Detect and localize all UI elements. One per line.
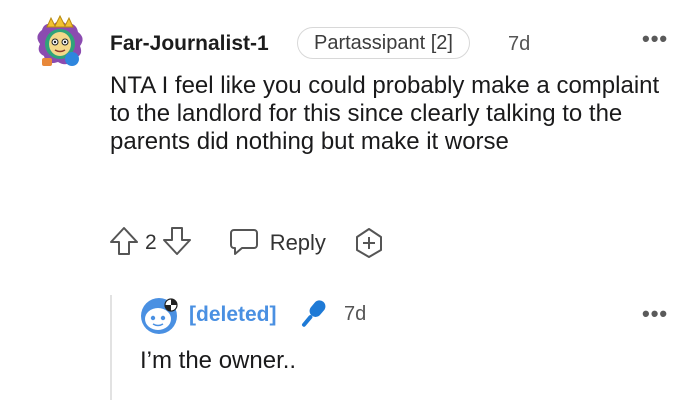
user-flair: Partassipant [2] [297,27,470,59]
flair-label: Partassipant [2] [314,31,453,54]
avatar[interactable] [140,297,178,335]
comment-actions: 2 Reply [107,225,386,261]
downvote-icon[interactable] [160,224,194,263]
vote-count: 2 [145,231,157,254]
upvote-icon[interactable] [107,224,141,263]
comment-timestamp: 7d [508,33,531,55]
more-icon[interactable]: ••• [642,28,668,50]
award-icon[interactable] [352,226,386,260]
thread-line[interactable] [110,295,112,400]
avatar[interactable] [30,14,90,74]
comment-body: NTA I feel like you could probably make … [110,72,660,155]
reply-label: Reply [269,230,326,255]
more-icon[interactable]: ••• [642,303,668,325]
comment-author[interactable]: Far-Journalist-1 [110,32,269,56]
microphone-icon [296,296,330,332]
reply-timestamp: 7d [344,303,367,325]
reply-author[interactable]: [deleted] [189,303,277,327]
reply-body: I’m the owner.. [140,347,297,374]
reply-icon [228,226,260,261]
reply-button[interactable]: Reply [228,226,326,261]
